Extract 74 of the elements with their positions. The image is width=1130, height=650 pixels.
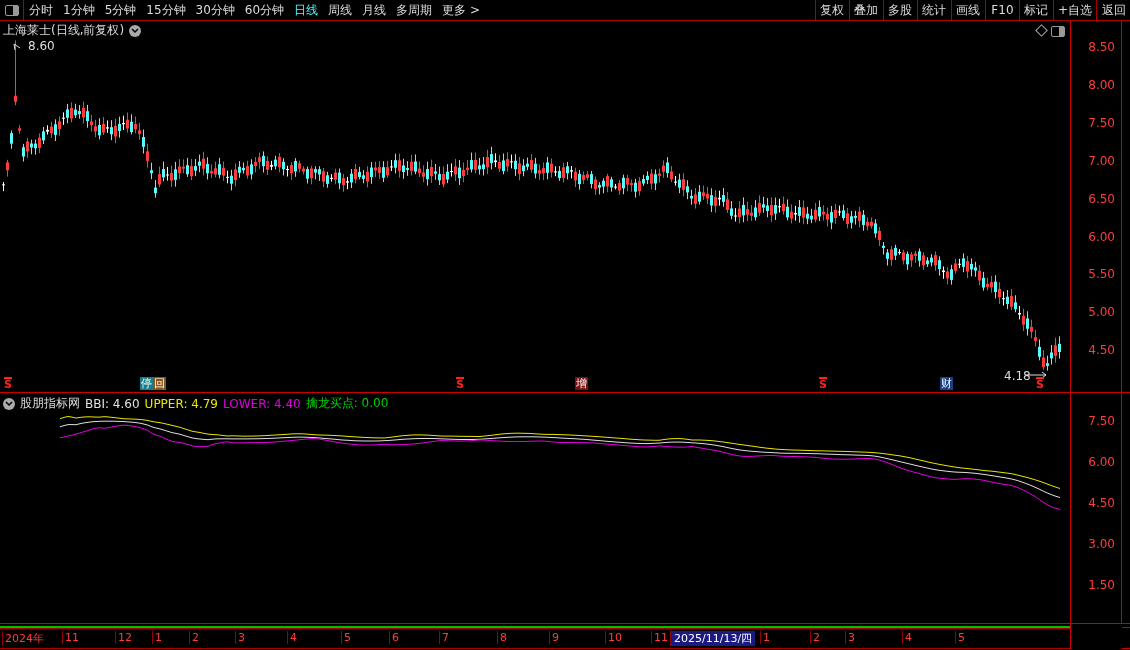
axis-label: 6.00 [1088,229,1115,244]
date-label: 1 [760,631,770,644]
signal-mark: S [819,377,827,391]
period-tab[interactable]: 30分钟 [190,0,240,20]
axis-label: 8.00 [1088,77,1115,92]
period-tab[interactable]: 更多 > [437,0,485,20]
toolbar-button[interactable]: 标记 [1018,0,1053,20]
axis-label: 4.50 [1088,496,1115,510]
period-tab[interactable]: 15分钟 [141,0,191,20]
high-arrow-icon [13,43,21,51]
signal-mark: S [456,377,464,391]
date-label: 2 [810,631,820,644]
axis-label: 7.50 [1088,414,1115,428]
toolbar-button[interactable]: F10 [984,0,1019,20]
toolbar-button[interactable]: 复权 [814,0,849,20]
date-label: 2024年 [2,631,44,646]
axis-label: 7.00 [1088,153,1115,168]
signal-mark: S [1036,377,1044,391]
dropdown-icon[interactable] [129,24,142,37]
period-tab[interactable]: 1分钟 [58,0,100,20]
date-label: 9 [549,631,559,644]
event-tag: 回 [153,377,166,390]
event-tag: 财 [940,377,953,390]
date-label: 2 [189,631,199,644]
period-tab[interactable]: 月线 [357,0,392,20]
indicator-reading: LOWER: 4.40 [223,396,301,411]
low-price-label: 4.18 [1004,369,1031,383]
date-label: 12 [115,631,132,644]
axis-label: 5.50 [1088,267,1115,282]
date-label: 4 [902,631,912,644]
date-label: 6 [389,631,399,644]
toolbar-button[interactable]: 叠加 [848,0,883,20]
event-tag: 增 [575,377,588,390]
period-tab[interactable]: 日线 [289,0,324,20]
indicator-reading: UPPER: 4.79 [144,396,218,411]
layout-icon[interactable] [1050,24,1066,38]
period-tab[interactable]: 60分钟 [239,0,290,20]
event-tag: 停 [140,377,153,390]
toolbar-button[interactable]: +自选 [1052,0,1096,20]
axis-label: 3.00 [1088,537,1115,551]
axis-label: 1.50 [1088,578,1115,592]
date-label: 3 [235,631,245,644]
signal-mark: S [4,377,12,391]
date-label: 11 [62,631,79,644]
date-label: 11 [651,631,668,644]
date-label: 10 [605,631,622,644]
period-tab[interactable]: 周线 [323,0,358,20]
toolbar-button[interactable]: 多股 [882,0,917,20]
chart-title: 上海莱士(日线,前复权) [3,22,125,39]
date-label: 8 [497,631,507,644]
period-tab[interactable]: 5分钟 [99,0,142,20]
dropdown-icon[interactable] [3,397,15,410]
date-label: 5 [341,631,351,644]
period-tab[interactable]: 多周期 [391,0,438,20]
date-label: 1 [152,631,162,644]
date-label: 2025/11/13/四 [670,631,756,646]
date-label: 5 [955,631,965,644]
axis-label: 7.50 [1088,115,1115,130]
indicator-reading: BBI: 4.60 [85,396,140,411]
axis-label: 4.50 [1088,343,1115,358]
axis-label: 6.50 [1088,191,1115,206]
period-tab[interactable]: 分时 [24,0,58,20]
toolbar-button[interactable]: 统计 [916,0,951,20]
date-label: 4 [287,631,297,644]
toolbar-button[interactable]: 画线 [950,0,985,20]
toolbar-button[interactable]: 返回 [1096,0,1130,20]
date-label: 3 [845,631,855,644]
axis-label: 8.50 [1088,40,1115,54]
indicator-reading: 擒龙买点: 0.00 [305,395,389,412]
high-price-label: 8.60 [28,39,55,53]
indicator-name: 股朋指标网 [20,395,80,412]
date-label: 7 [439,631,449,644]
axis-label: 6.00 [1088,455,1115,469]
axis-label: 5.00 [1088,305,1115,320]
